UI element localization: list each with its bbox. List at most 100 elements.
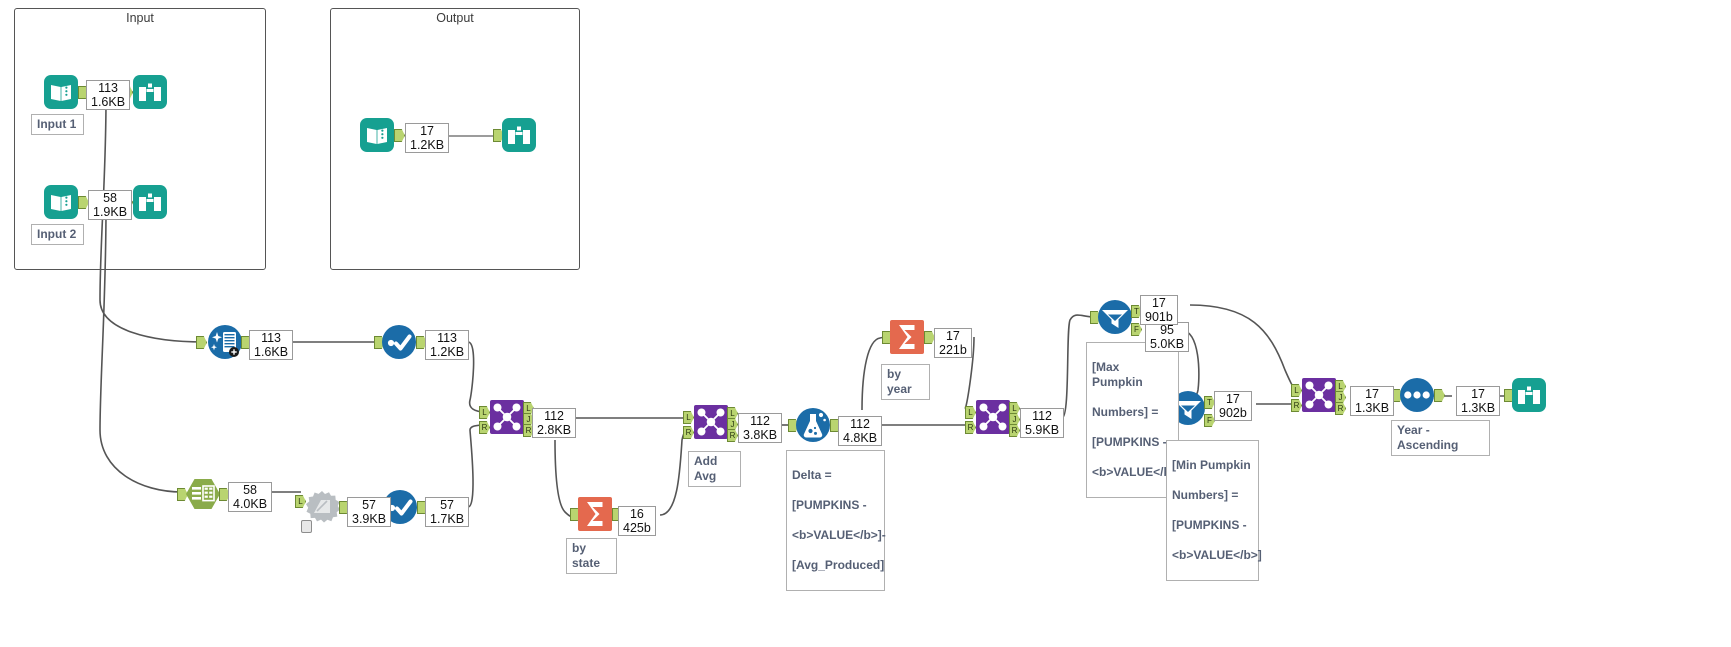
browse-icon bbox=[133, 75, 167, 109]
annotation-line: [Avg_Produced] bbox=[792, 558, 885, 572]
tool-input-data-3[interactable] bbox=[360, 118, 405, 152]
tool-browse-4[interactable] bbox=[1504, 378, 1546, 412]
tool-sort[interactable] bbox=[1392, 378, 1445, 412]
tool-summarize-by-year[interactable] bbox=[882, 320, 935, 354]
tool-formula[interactable] bbox=[788, 408, 841, 442]
tool-input-data-1[interactable] bbox=[44, 75, 89, 109]
record-count-badge[interactable]: 57 1.7KB bbox=[425, 497, 470, 527]
output-anchor-r[interactable]: R bbox=[1335, 402, 1346, 415]
input-anchor-r[interactable]: R bbox=[479, 421, 490, 434]
output-anchor-r[interactable]: R bbox=[1009, 424, 1020, 437]
record-count-badge[interactable]: 112 5.9KB bbox=[1020, 408, 1065, 438]
record-count-badge[interactable]: 95 5.0KB bbox=[1145, 322, 1190, 352]
browse-icon bbox=[1512, 378, 1546, 412]
tool-input-data-2[interactable] bbox=[44, 185, 89, 219]
tool-browse-1[interactable] bbox=[122, 75, 167, 109]
output-anchor-r[interactable]: R bbox=[727, 429, 738, 442]
input-anchor-r[interactable]: R bbox=[1291, 399, 1302, 412]
tool-browse-2[interactable] bbox=[122, 185, 167, 219]
record-count: 16 bbox=[629, 507, 644, 521]
record-count: 57 bbox=[440, 498, 454, 512]
tool-join-3[interactable]: L R L J R bbox=[965, 400, 1020, 437]
record-count: 17 bbox=[420, 124, 434, 138]
filter-icon bbox=[1098, 300, 1132, 334]
record-count-badge[interactable]: 112 3.8KB bbox=[738, 413, 783, 443]
input-container-title: Input bbox=[126, 11, 154, 25]
input-data-icon bbox=[360, 118, 394, 152]
record-count-badge[interactable]: 112 2.8KB bbox=[532, 408, 577, 438]
record-size: 221b bbox=[939, 343, 967, 357]
tool-transpose[interactable]: L bbox=[295, 490, 350, 533]
record-size: 902b bbox=[1219, 406, 1247, 420]
summarize-icon bbox=[578, 497, 612, 531]
annotation-by-state[interactable]: by state bbox=[566, 538, 617, 574]
input-anchor-l[interactable]: L bbox=[965, 406, 976, 419]
annotation-add-avg[interactable]: Add Avg bbox=[688, 451, 741, 487]
record-count-badge[interactable]: 17 901b bbox=[1140, 295, 1178, 325]
tool-summarize-by-state[interactable] bbox=[570, 497, 623, 531]
record-count-badge[interactable]: 17 1.3KB bbox=[1456, 386, 1501, 416]
tool-select-1[interactable] bbox=[374, 325, 427, 359]
tool-filter-max[interactable]: T F bbox=[1090, 300, 1142, 336]
record-size: 3.8KB bbox=[743, 428, 778, 442]
tool-record-id[interactable] bbox=[177, 477, 230, 511]
record-count-badge[interactable]: 112 4.8KB bbox=[838, 416, 883, 446]
input-anchor[interactable] bbox=[196, 336, 207, 349]
tool-data-cleansing[interactable] bbox=[196, 325, 252, 359]
summarize-icon bbox=[890, 320, 924, 354]
annotation-line: Numbers] = bbox=[1172, 488, 1239, 502]
annotation-delta-formula[interactable]: Delta = [PUMPKINS - <b>VALUE</b>]- [Avg_… bbox=[786, 450, 886, 591]
record-count-badge[interactable]: 113 1.2KB bbox=[425, 330, 470, 360]
record-count-badge[interactable]: 17 1.3KB bbox=[1350, 386, 1395, 416]
workflow-canvas[interactable]: .w { fill:none; stroke:#555; stroke-widt… bbox=[0, 0, 1731, 647]
annotation-input-2[interactable]: Input 2 bbox=[31, 224, 84, 245]
record-count-badge[interactable]: 57 3.9KB bbox=[347, 497, 392, 527]
record-count: 17 bbox=[945, 329, 960, 343]
select-icon bbox=[382, 325, 416, 359]
tool-join-1[interactable]: L R L J R bbox=[479, 400, 534, 437]
tool-join-4[interactable]: L R L J R bbox=[1291, 378, 1346, 415]
record-size: 1.6KB bbox=[91, 95, 126, 109]
record-count-badge[interactable]: 17 221b bbox=[934, 328, 972, 358]
annotation-line: [PUMPKINS - bbox=[1092, 435, 1167, 449]
record-size: 1.6KB bbox=[254, 345, 289, 359]
annotation-sort-order[interactable]: Year - Ascending bbox=[1391, 420, 1490, 456]
record-count: 17 bbox=[1151, 296, 1166, 310]
record-count-badge[interactable]: 58 1.9KB bbox=[88, 190, 133, 220]
input-anchor-r[interactable]: R bbox=[683, 426, 694, 439]
annotation-input-1[interactable]: Input 1 bbox=[31, 114, 84, 135]
annotation-line: <b>VALUE</b>] bbox=[1092, 465, 1182, 479]
join-icon bbox=[976, 400, 1010, 434]
browse-icon bbox=[502, 118, 536, 152]
annotation-line: <b>VALUE</b>] bbox=[1172, 548, 1262, 562]
output-anchor[interactable] bbox=[1434, 389, 1445, 402]
record-count: 112 bbox=[544, 409, 564, 423]
record-size: 5.0KB bbox=[1150, 337, 1185, 351]
record-count-badge[interactable]: 16 425b bbox=[618, 506, 656, 536]
record-count-badge[interactable]: 113 1.6KB bbox=[249, 330, 294, 360]
input-anchor-l[interactable]: L bbox=[1291, 384, 1302, 397]
record-count-badge[interactable]: 17 1.2KB bbox=[405, 123, 450, 153]
input-anchor-l[interactable]: L bbox=[683, 411, 694, 424]
record-size: 1.9KB bbox=[93, 205, 128, 219]
annotation-by-year[interactable]: by year bbox=[881, 364, 930, 400]
record-size: 901b bbox=[1145, 310, 1173, 324]
record-count-badge[interactable]: 58 4.0KB bbox=[228, 482, 273, 512]
record-count: 113 bbox=[437, 331, 457, 345]
annotation-min-pumpkin-filter[interactable]: [Min Pumpkin Numbers] = [PUMPKINS - <b>V… bbox=[1166, 440, 1262, 581]
record-count-badge[interactable]: 113 1.6KB bbox=[86, 80, 131, 110]
join-icon bbox=[694, 405, 728, 439]
input-anchor-r[interactable]: R bbox=[965, 421, 976, 434]
record-size: 1.3KB bbox=[1355, 401, 1390, 415]
record-count-badge[interactable]: 17 902b bbox=[1214, 391, 1252, 421]
tool-browse-3[interactable] bbox=[493, 118, 536, 152]
browse-icon bbox=[133, 185, 167, 219]
annotation-line: [Min Pumpkin bbox=[1172, 458, 1251, 472]
input-data-icon bbox=[44, 185, 78, 219]
tool-join-2[interactable]: L R L J R bbox=[683, 405, 738, 442]
data-cleansing-icon bbox=[208, 325, 242, 359]
input-anchor-l[interactable]: L bbox=[479, 406, 490, 419]
meta-anchor[interactable] bbox=[301, 520, 312, 533]
record-size: 425b bbox=[623, 521, 651, 535]
record-count: 112 bbox=[850, 417, 870, 431]
